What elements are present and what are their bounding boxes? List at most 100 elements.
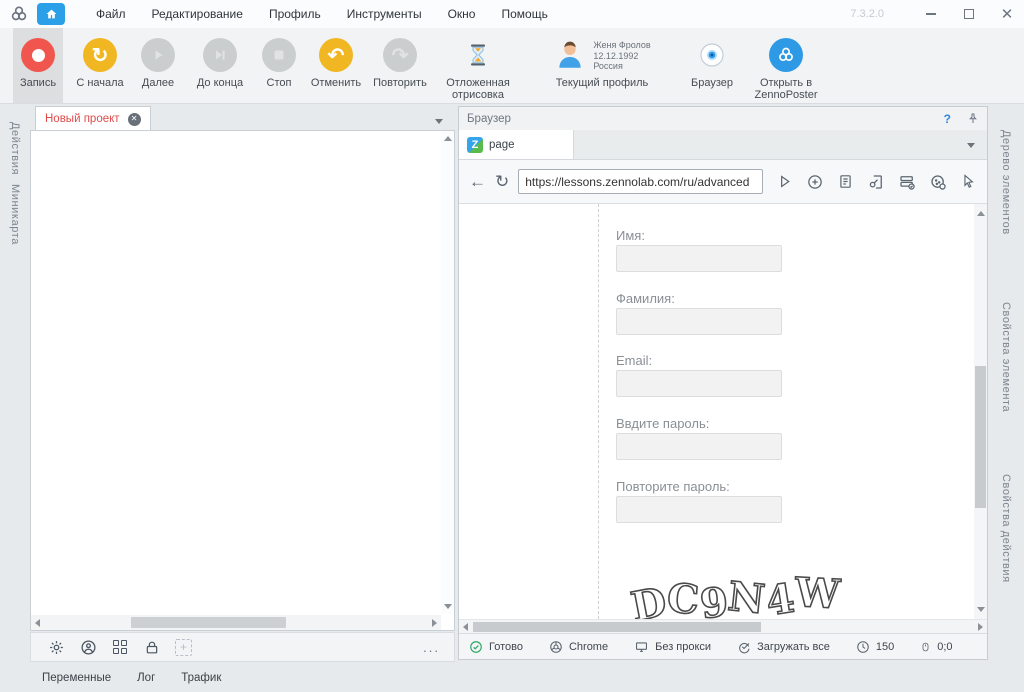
menu-help[interactable]: Помощь <box>488 0 560 28</box>
right-tab-strip: Дерево элементов Свойства элемента Свойс… <box>988 104 1024 692</box>
minimize-button[interactable] <box>924 7 938 21</box>
play-icon <box>141 38 175 72</box>
new-tab-icon[interactable] <box>806 173 824 191</box>
skip-to-end-icon <box>203 38 237 72</box>
browser-panel-title: Браузер <box>467 113 511 125</box>
status-proxy[interactable]: Без прокси <box>634 640 711 654</box>
browser-page-tab[interactable]: Z page <box>459 130 574 159</box>
profile-country: Россия <box>593 61 650 72</box>
tab-element-properties[interactable]: Свойства элемента <box>1000 302 1012 412</box>
status-engine[interactable]: Chrome <box>549 640 608 654</box>
title-bar: Файл Редактирование Профиль Инструменты … <box>0 0 1024 28</box>
form-input-email[interactable] <box>616 370 782 397</box>
clock-icon <box>856 640 870 654</box>
browser-status-bar: Готово Chrome Без прокси Загружать все 1… <box>459 633 987 659</box>
project-tab[interactable]: Новый проект ✕ <box>35 106 151 131</box>
chevron-down-icon[interactable] <box>435 119 443 124</box>
cookies-icon[interactable] <box>929 173 947 191</box>
form-label-surname: Фамилия: <box>616 291 675 306</box>
stop-button[interactable]: Стоп <box>253 28 305 103</box>
projectmaker-window: Файл Редактирование Профиль Инструменты … <box>0 0 1024 692</box>
tab-actions[interactable]: Действия <box>9 122 21 175</box>
browser-panel-header: Браузер ? <box>459 107 987 130</box>
grid-view-icon[interactable] <box>111 638 129 656</box>
back-icon[interactable]: ← <box>469 173 486 190</box>
page-favicon-icon: Z <box>467 137 483 153</box>
add-action-icon[interactable]: + <box>175 639 192 656</box>
bottom-tab-bar: Переменные Лог Трафик <box>0 664 1024 692</box>
project-canvas[interactable] <box>30 130 455 631</box>
menu-file[interactable]: Файл <box>83 0 139 28</box>
more-options-button[interactable]: ... <box>423 640 440 655</box>
tab-action-properties[interactable]: Свойства действия <box>1000 474 1012 583</box>
page-horizontal-scrollbar[interactable] <box>459 619 987 633</box>
run-to-end-button[interactable]: До конца <box>187 28 253 103</box>
profile-circle-icon[interactable] <box>79 638 97 656</box>
restart-button[interactable]: ↻ С начала <box>71 28 129 103</box>
form-input-password[interactable] <box>616 433 782 460</box>
project-tab-strip: Новый проект ✕ <box>30 106 455 131</box>
pin-icon[interactable] <box>967 112 979 125</box>
tab-close-icon[interactable]: ✕ <box>128 113 141 126</box>
page-tools-icon[interactable] <box>867 173 885 191</box>
tab-traffic[interactable]: Трафик <box>181 672 221 684</box>
redo-button[interactable]: ↷ Повторить <box>367 28 433 103</box>
browser-tab-label: page <box>489 139 515 151</box>
undo-button[interactable]: ↶ Отменить <box>305 28 367 103</box>
lock-icon[interactable] <box>143 638 161 656</box>
home-icon <box>44 7 59 21</box>
page-vertical-scrollbar[interactable] <box>974 204 987 619</box>
storage-icon[interactable] <box>898 173 916 191</box>
undo-icon: ↶ <box>319 38 353 72</box>
form-input-name[interactable] <box>616 245 782 272</box>
form-input-surname[interactable] <box>616 308 782 335</box>
tab-log[interactable]: Лог <box>137 672 155 684</box>
profile-name: Женя Фролов <box>593 40 650 51</box>
restart-icon: ↻ <box>83 38 117 72</box>
settings-gear-icon[interactable] <box>47 638 65 656</box>
url-input[interactable] <box>518 169 763 194</box>
open-in-zennoposter-button[interactable]: Открыть в ZennoPoster <box>743 28 829 103</box>
menu-window[interactable]: Окно <box>435 0 489 28</box>
browser-toggle-button[interactable]: Браузер <box>681 28 743 103</box>
tab-element-tree[interactable]: Дерево элементов <box>1000 130 1012 235</box>
refresh-icon[interactable]: ↻ <box>495 173 509 190</box>
monitor-icon <box>634 640 649 654</box>
scrollbar-thumb[interactable] <box>131 617 286 628</box>
scrollbar-thumb[interactable] <box>473 622 761 632</box>
page-source-icon[interactable] <box>837 173 854 190</box>
project-tab-title: Новый проект <box>45 113 120 125</box>
main-toolbar: Запись ↻ С начала Далее До конца Стоп ↶ <box>0 28 1024 104</box>
form-label-email: Email: <box>616 353 652 368</box>
step-next-button[interactable]: Далее <box>129 28 187 103</box>
tab-minimap[interactable]: Миникарта <box>9 184 21 245</box>
status-load-mode[interactable]: Загружать все <box>737 640 830 654</box>
status-timeout[interactable]: 150 <box>856 640 894 654</box>
select-element-cursor-icon[interactable] <box>960 173 977 190</box>
status-mouse-coords: 0;0 <box>920 640 952 654</box>
menu-profile[interactable]: Профиль <box>256 0 334 28</box>
tab-variables[interactable]: Переменные <box>42 672 111 684</box>
current-profile-button[interactable]: Женя Фролов 12.12.1992 Россия Текущий пр… <box>523 28 681 103</box>
browser-viewport[interactable]: Имя: Фамилия: Email: Ввдите пароль: Повт… <box>459 204 987 619</box>
record-button[interactable]: Запись <box>13 28 63 103</box>
profile-avatar-icon <box>553 38 587 72</box>
maximize-button[interactable] <box>962 7 976 21</box>
scrollbar-thumb[interactable] <box>975 366 986 508</box>
menu-edit[interactable]: Редактирование <box>139 0 256 28</box>
go-icon[interactable] <box>776 173 793 190</box>
menu-tools[interactable]: Инструменты <box>334 0 435 28</box>
canvas-vertical-scrollbar[interactable] <box>441 131 454 614</box>
browser-navbar: ← ↻ <box>459 160 987 204</box>
window-controls: ✕ <box>924 0 1014 28</box>
canvas-horizontal-scrollbar[interactable] <box>31 615 441 630</box>
close-button[interactable]: ✕ <box>1000 7 1014 21</box>
help-icon[interactable]: ? <box>944 112 951 126</box>
form-input-repeat-password[interactable] <box>616 496 782 523</box>
home-button[interactable] <box>37 3 65 25</box>
page-boundary-line <box>598 204 599 619</box>
chevron-down-icon[interactable] <box>967 143 975 148</box>
ready-check-icon <box>469 640 483 654</box>
deferred-render-button[interactable]: Отложенная отрисовка <box>433 28 523 103</box>
record-icon <box>21 38 55 72</box>
